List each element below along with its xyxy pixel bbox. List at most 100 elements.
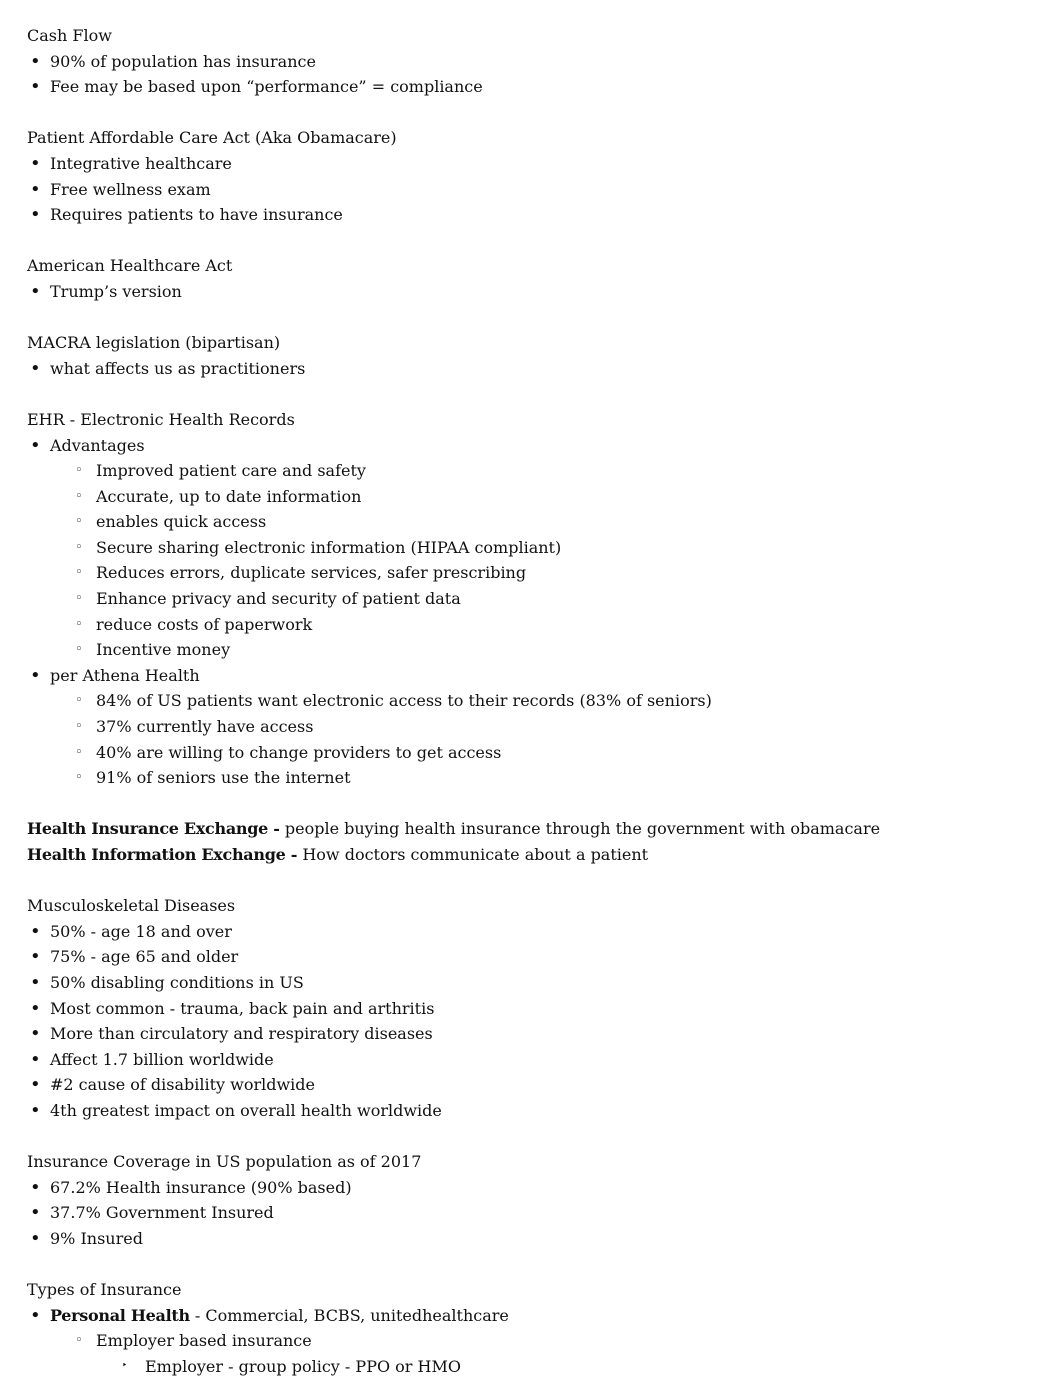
- item-text: - Commercial, BCBS, unitedhealthcare: [189, 1305, 509, 1325]
- list-item: • what affects us as practitioners: [27, 356, 1062, 382]
- bullet-level-1-icon: ◦: [75, 1333, 83, 1349]
- section-heading: Cash Flow: [27, 26, 112, 45]
- item-text: 37.7% Government Insured: [50, 1203, 274, 1223]
- list-item: • 75% - age 65 and older: [27, 944, 1062, 970]
- section-heading: Insurance Coverage in US population as o…: [27, 1152, 422, 1172]
- item-text: Free wellness exam: [50, 179, 211, 199]
- bullet-level-1-icon: ◦: [75, 565, 83, 581]
- list-item: • 37.7% Government Insured: [27, 1200, 1062, 1226]
- section-heading: Types of Insurance: [27, 1280, 182, 1300]
- bullet-level-1-icon: ◦: [75, 539, 83, 555]
- bullet-level-1-icon: ◦: [75, 514, 83, 530]
- bullet-level-0-icon: •: [30, 280, 41, 302]
- bullet-level-0-icon: •: [30, 1227, 41, 1249]
- list-item: • 67.2% Health insurance (90% based): [27, 1175, 1062, 1201]
- list-item: ‣ Employer - group policy - PPO or HMO: [27, 1354, 1062, 1380]
- bullet-level-0-icon: •: [30, 1023, 41, 1045]
- list-item: • Free wellness exam: [27, 177, 1062, 203]
- bullet-level-0-icon: •: [30, 946, 41, 968]
- bullet-level-0-icon: •: [30, 76, 41, 98]
- item-text: Advantages: [50, 435, 145, 455]
- item-text: 67.2% Health insurance (90% based): [50, 1177, 352, 1197]
- list-item: ◦ enables quick access: [27, 509, 1062, 535]
- list-item: • More than circulatory and respiratory d…: [27, 1021, 1062, 1047]
- item-text: Secure sharing electronic information (H…: [96, 537, 562, 557]
- bold-term: Health Insurance Exchange -: [27, 819, 285, 839]
- list-item: • Advantages: [27, 433, 1062, 459]
- item-text: 91% of seniors use the internet: [96, 768, 351, 788]
- item-text: How doctors communicate about a patient: [302, 845, 649, 864]
- bullet-level-0-icon: •: [30, 204, 41, 226]
- item-text: per Athena Health: [50, 665, 200, 685]
- bullet-level-0-icon: •: [30, 997, 41, 1019]
- item-text: 90% of population has insurance: [50, 51, 316, 71]
- item-text: 40% are willing to change providers to g…: [96, 742, 502, 762]
- document-body: Cash Flow • 90% of population has insuranc…: [27, 23, 1062, 1379]
- definition-line: Health Insurance Exchange - people buyin…: [27, 816, 1062, 842]
- item-text: Affect 1.7 billion worldwide: [50, 1049, 274, 1069]
- item-text: Trump’s version: [50, 281, 182, 301]
- item-text: 84% of US patients want electronic acces…: [96, 691, 712, 711]
- section-heading: Patient Affordable Care Act (Aka Obamaca…: [27, 128, 397, 148]
- list-item: • Requires patients to have insurance: [27, 202, 1062, 228]
- list-item: ◦ Secure sharing electronic information (…: [27, 535, 1062, 561]
- item-text: Accurate, up to date information: [96, 486, 362, 506]
- item-text: enables quick access: [96, 512, 267, 532]
- item-text: More than circulatory and respiratory di…: [50, 1024, 433, 1044]
- list-item: ◦ Reduces errors, duplicate services, saf…: [27, 560, 1062, 586]
- bullet-level-0-icon: •: [30, 434, 41, 456]
- item-text: Requires patients to have insurance: [50, 205, 343, 225]
- bullet-level-0-icon: •: [30, 152, 41, 174]
- item-text: Integrative healthcare: [50, 153, 232, 173]
- bullet-level-1-icon: ◦: [75, 616, 83, 632]
- bullet-level-1-icon: ◦: [75, 744, 83, 760]
- bullet-level-1-icon: ◦: [75, 488, 83, 504]
- bullet-level-1-icon: ◦: [75, 642, 83, 658]
- section-heading: American Healthcare Act: [27, 256, 233, 276]
- bullet-level-2-icon: ‣: [122, 1360, 128, 1371]
- list-item: • Most common - trauma, back pain and art…: [27, 996, 1062, 1022]
- list-item: ◦ Accurate, up to date information: [27, 484, 1062, 510]
- item-text: 9% Insured: [50, 1228, 143, 1248]
- bullet-level-1-icon: ◦: [75, 770, 83, 786]
- bullet-level-0-icon: •: [30, 50, 41, 72]
- list-item: • 9% Insured: [27, 1226, 1062, 1252]
- bullet-level-0-icon: •: [30, 357, 41, 379]
- bullet-level-1-icon: ◦: [75, 591, 83, 607]
- item-text: Most common - trauma, back pain and arth…: [50, 998, 435, 1018]
- list-item: • per Athena Health: [27, 663, 1062, 689]
- bullet-level-0-icon: •: [30, 178, 41, 200]
- item-text: people buying health insurance through t…: [284, 819, 881, 839]
- item-text: 75% - age 65 and older: [50, 947, 239, 967]
- item-text: reduce costs of paperwork: [96, 614, 313, 634]
- list-item: ◦ 91% of seniors use the internet: [27, 765, 1062, 791]
- section-heading: Musculoskeletal Diseases: [27, 896, 236, 916]
- list-item: • Integrative healthcare: [27, 151, 1062, 177]
- bullet-level-0-icon: •: [30, 1304, 41, 1326]
- list-item: ◦ Improved patient care and safety: [27, 458, 1062, 484]
- list-item: • 50% - age 18 and over: [27, 919, 1062, 945]
- list-item: ◦ 37% currently have access: [27, 714, 1062, 740]
- bullet-level-1-icon: ◦: [75, 719, 83, 735]
- list-item: ◦ Enhance privacy and security of patient…: [27, 586, 1062, 612]
- section-heading: MACRA legislation (bipartisan): [27, 333, 281, 353]
- item-text: #2 cause of disability worldwide: [50, 1075, 315, 1095]
- item-text: what affects us as practitioners: [50, 358, 306, 378]
- bullet-level-0-icon: •: [30, 664, 41, 686]
- item-text: Reduces errors, duplicate services, safe…: [96, 563, 527, 583]
- bullet-level-1-icon: ◦: [75, 693, 83, 709]
- item-text: Employer - group policy - PPO or HMO: [145, 1356, 461, 1376]
- item-text: 50% - age 18 and over: [50, 921, 232, 941]
- list-item: • #2 cause of disability worldwide: [27, 1072, 1062, 1098]
- item-text: 50% disabling conditions in US: [50, 972, 304, 992]
- bold-term: Health Information Exchange -: [27, 845, 303, 864]
- list-item: ◦ reduce costs of paperwork: [27, 612, 1062, 638]
- item-text: Incentive money: [96, 640, 231, 660]
- bold-term: Personal Health: [50, 1305, 190, 1325]
- bullet-level-0-icon: •: [30, 1176, 41, 1198]
- bullet-level-0-icon: •: [30, 1099, 41, 1121]
